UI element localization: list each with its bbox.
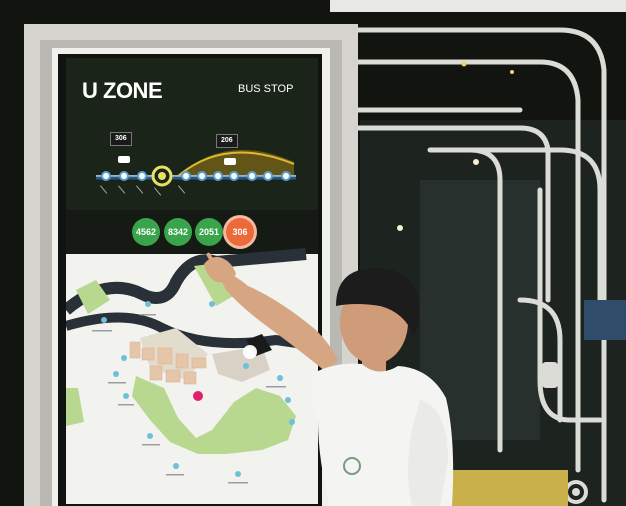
kiosk-photo: U ZONE BUS STOP 306 206 4562 8342 2051 3… bbox=[0, 0, 626, 506]
person-hand bbox=[204, 256, 236, 283]
person-arm bbox=[216, 270, 338, 372]
person bbox=[204, 252, 454, 506]
